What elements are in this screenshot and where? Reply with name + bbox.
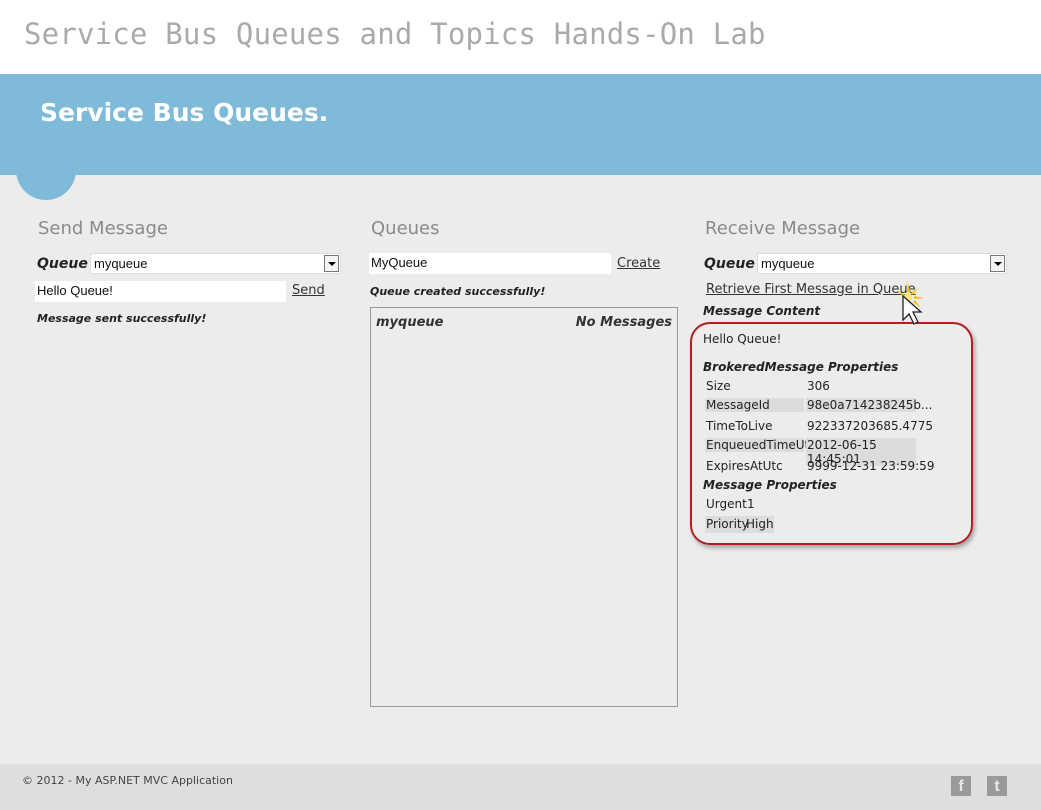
queue-list-item-count: No Messages <box>575 315 672 330</box>
send-queue-label: Queue <box>37 256 88 272</box>
queue-name-input[interactable]: MyQueue <box>369 253 611 274</box>
send-status: Message sent successfully! <box>37 312 207 325</box>
queues-heading: Queues <box>371 218 440 239</box>
facebook-icon[interactable]: f <box>951 776 971 796</box>
send-queue-select[interactable]: myqueue <box>90 253 341 274</box>
queue-list-item[interactable]: myqueue No Messages <box>371 308 677 336</box>
queue-status: Queue created successfully! <box>370 285 546 298</box>
footer: © 2012 - My ASP.NET MVC Application f t <box>0 764 1041 810</box>
send-button[interactable]: Send <box>292 283 325 298</box>
site-title: Service Bus Queues and Topics Hands-On L… <box>24 17 766 51</box>
copyright-text: © 2012 - My ASP.NET MVC Application <box>22 774 233 787</box>
receive-message-heading: Receive Message <box>705 218 861 239</box>
message-input[interactable]: Hello Queue! <box>35 281 286 302</box>
mouse-pointer-icon <box>897 282 924 325</box>
receive-queue-label: Queue <box>704 256 755 272</box>
message-content-heading: Message Content <box>703 304 821 318</box>
receive-queue-select-value: myqueue <box>761 256 815 271</box>
create-queue-button[interactable]: Create <box>617 256 660 271</box>
chevron-down-icon[interactable] <box>324 255 339 272</box>
chevron-down-icon[interactable] <box>990 255 1005 272</box>
banner-decoration <box>16 156 76 200</box>
highlight-annotation <box>690 322 973 545</box>
send-message-heading: Send Message <box>38 218 168 239</box>
retrieve-message-button[interactable]: Retrieve First Message in Queue <box>706 282 916 297</box>
twitter-icon[interactable]: t <box>987 776 1007 796</box>
page-title: Service Bus Queues. <box>40 98 329 127</box>
queue-list: myqueue No Messages <box>370 307 678 707</box>
top-bar: Service Bus Queues and Topics Hands-On L… <box>0 0 1041 74</box>
send-queue-select-value: myqueue <box>94 256 148 271</box>
queue-list-item-name: myqueue <box>376 315 444 330</box>
page-banner: Service Bus Queues. <box>0 74 1041 175</box>
receive-queue-select[interactable]: myqueue <box>757 253 1007 274</box>
